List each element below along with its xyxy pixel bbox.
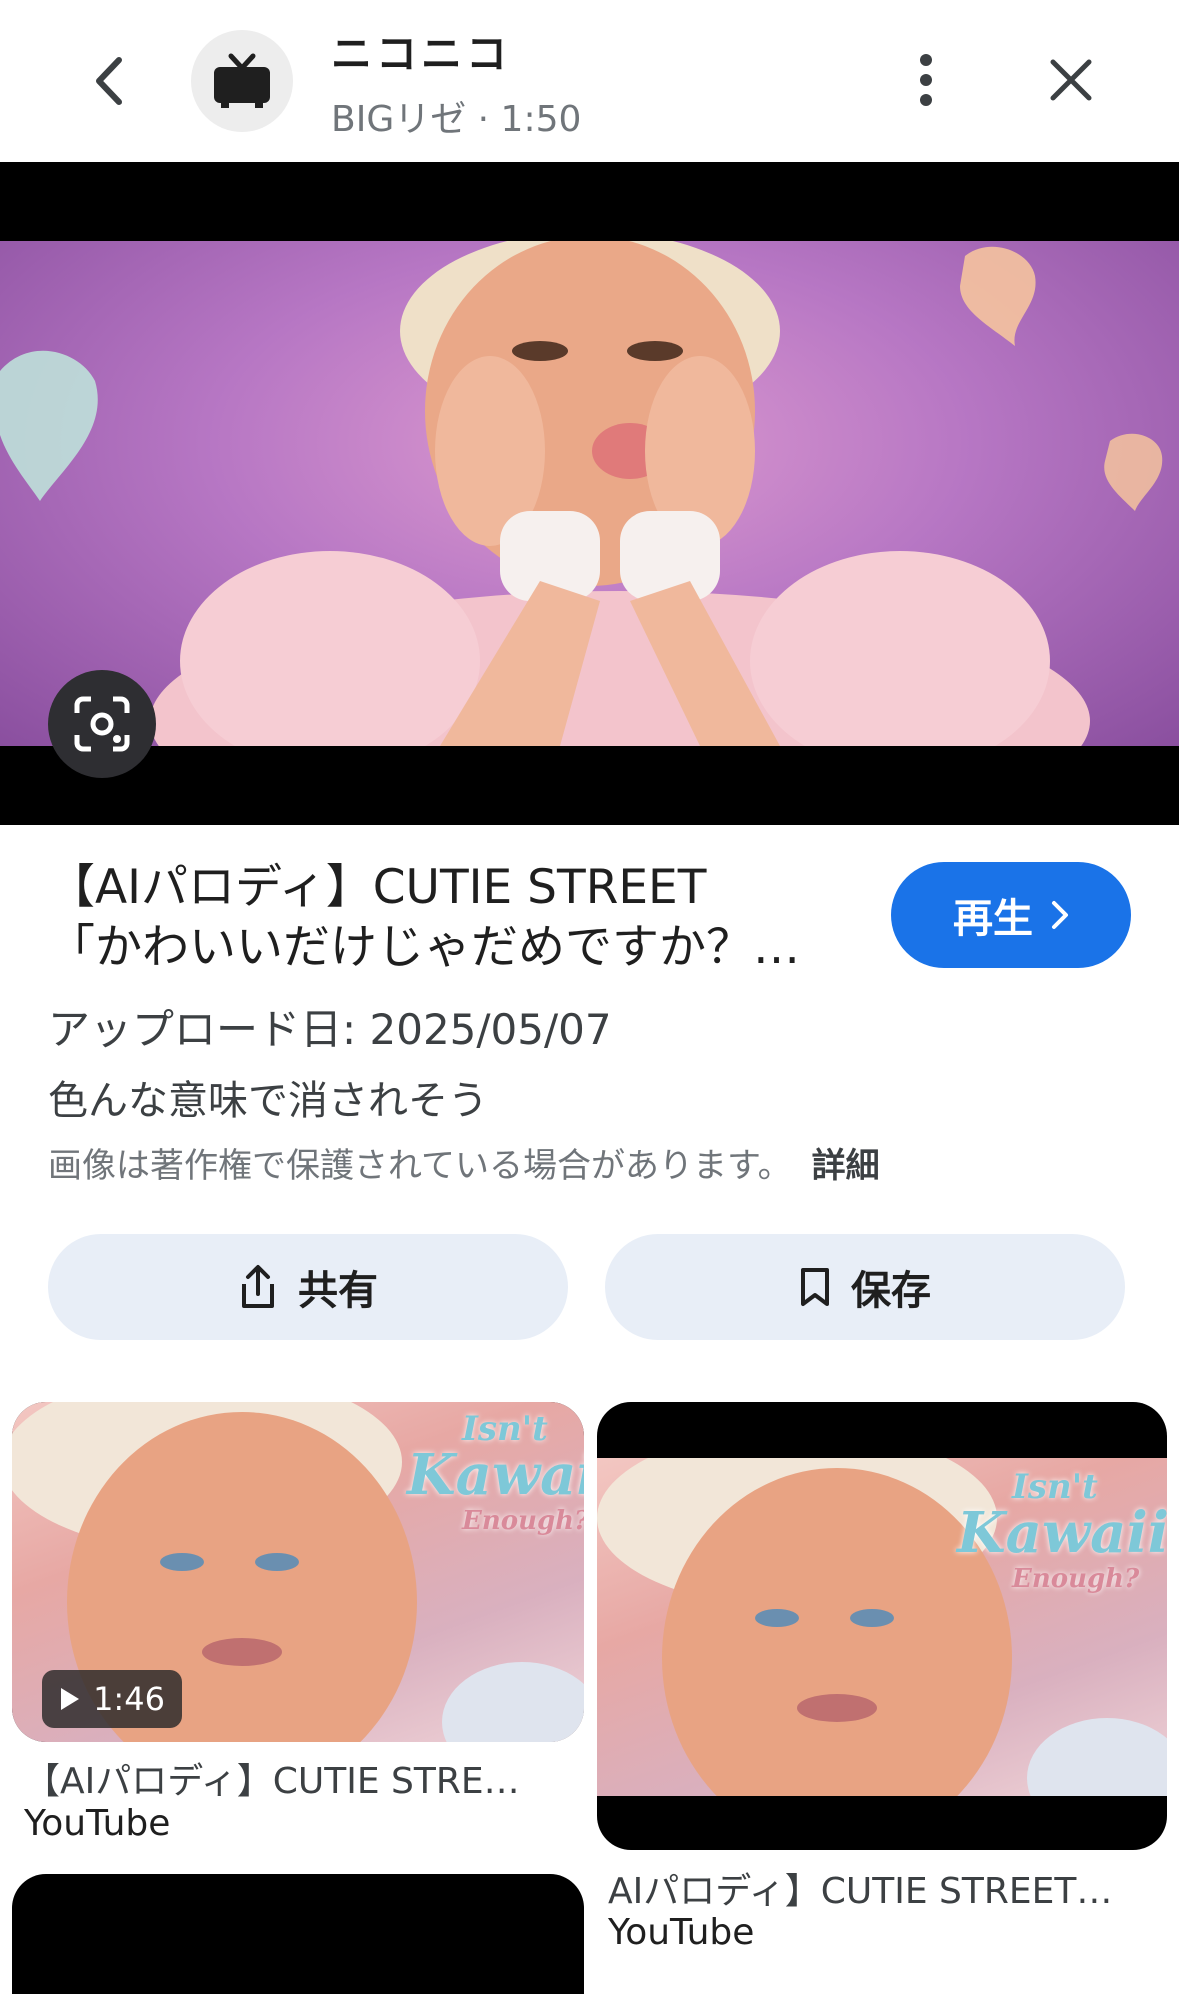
site-favicon — [191, 30, 293, 132]
related-source: YouTube — [608, 1912, 755, 1953]
title-line: 「かわいいだけじゃだめですか？… — [48, 920, 800, 975]
share-label: 共有 — [298, 1268, 378, 1314]
more-vert-icon — [920, 54, 932, 106]
bookmark-icon — [801, 1268, 829, 1306]
title-line: 【AIパロディ】CUTIE STREET — [48, 860, 707, 915]
main-image-viewer[interactable] — [0, 162, 1179, 825]
save-button[interactable]: 保存 — [605, 1234, 1125, 1340]
site-subtitle: BIGリゼ · 1:50 — [331, 99, 582, 140]
thumbnail-overlay-text: Isn't Kawaii Enough? — [407, 1412, 584, 1538]
thumbnail-overlay-text: Isn't Kawaii Enough? — [957, 1470, 1167, 1596]
more-options-button[interactable] — [900, 45, 952, 115]
duration-badge: 1:46 — [42, 1670, 182, 1728]
play-button[interactable]: 再生 — [891, 862, 1131, 968]
page-title[interactable]: 【AIパロディ】CUTIE STREET 「かわいいだけじゃだめですか？… — [48, 858, 838, 978]
back-button[interactable] — [78, 40, 138, 122]
overlay-line: Kawaii — [407, 1442, 584, 1508]
related-thumbnail: Isn't Kawaii Enough? — [597, 1402, 1167, 1850]
overlay-line: Enough? — [462, 1506, 584, 1536]
play-icon — [61, 1688, 80, 1710]
play-button-label: 再生 — [953, 896, 1033, 942]
overlay-line: Isn't — [462, 1409, 548, 1449]
copyright-text: 画像は著作権で保護されている場合があります。 — [48, 1146, 792, 1186]
overlay-line: Enough? — [1012, 1564, 1140, 1594]
tv-icon — [214, 53, 270, 108]
related-title: 【AIパロディ】CUTIE STRE… — [24, 1761, 520, 1802]
share-icon — [242, 1265, 274, 1308]
duration-text: 1:46 — [93, 1680, 165, 1718]
description: 色んな意味で消されそう — [48, 1078, 488, 1124]
chevron-left-icon — [96, 57, 122, 105]
related-thumbnail — [12, 1874, 584, 1994]
close-icon — [1050, 59, 1092, 101]
related-title: AIパロディ】CUTIE STREET… — [608, 1871, 1113, 1912]
share-button[interactable]: 共有 — [48, 1234, 568, 1340]
detail-link[interactable]: 詳細 — [812, 1146, 880, 1186]
site-name: ニコニコ — [331, 30, 511, 78]
camera-lens-icon — [74, 696, 130, 752]
top-bar: ニコニコ BIGリゼ · 1:50 — [0, 0, 1179, 162]
overlay-line: Isn't — [1012, 1467, 1098, 1507]
chevron-right-icon — [1052, 901, 1068, 929]
main-image — [0, 241, 1179, 746]
copyright-notice: 画像は著作権で保護されている場合があります。 詳細 — [48, 1138, 880, 1187]
related-source: YouTube — [24, 1803, 171, 1844]
lens-search-button[interactable] — [48, 670, 156, 778]
overlay-line: Kawaii — [957, 1500, 1167, 1566]
upload-date: アップロード日: 2025/05/07 — [48, 1005, 612, 1054]
close-button[interactable] — [1040, 45, 1102, 115]
related-thumbnail: Isn't Kawaii Enough? 1:46 — [12, 1402, 584, 1742]
save-label: 保存 — [851, 1268, 931, 1314]
